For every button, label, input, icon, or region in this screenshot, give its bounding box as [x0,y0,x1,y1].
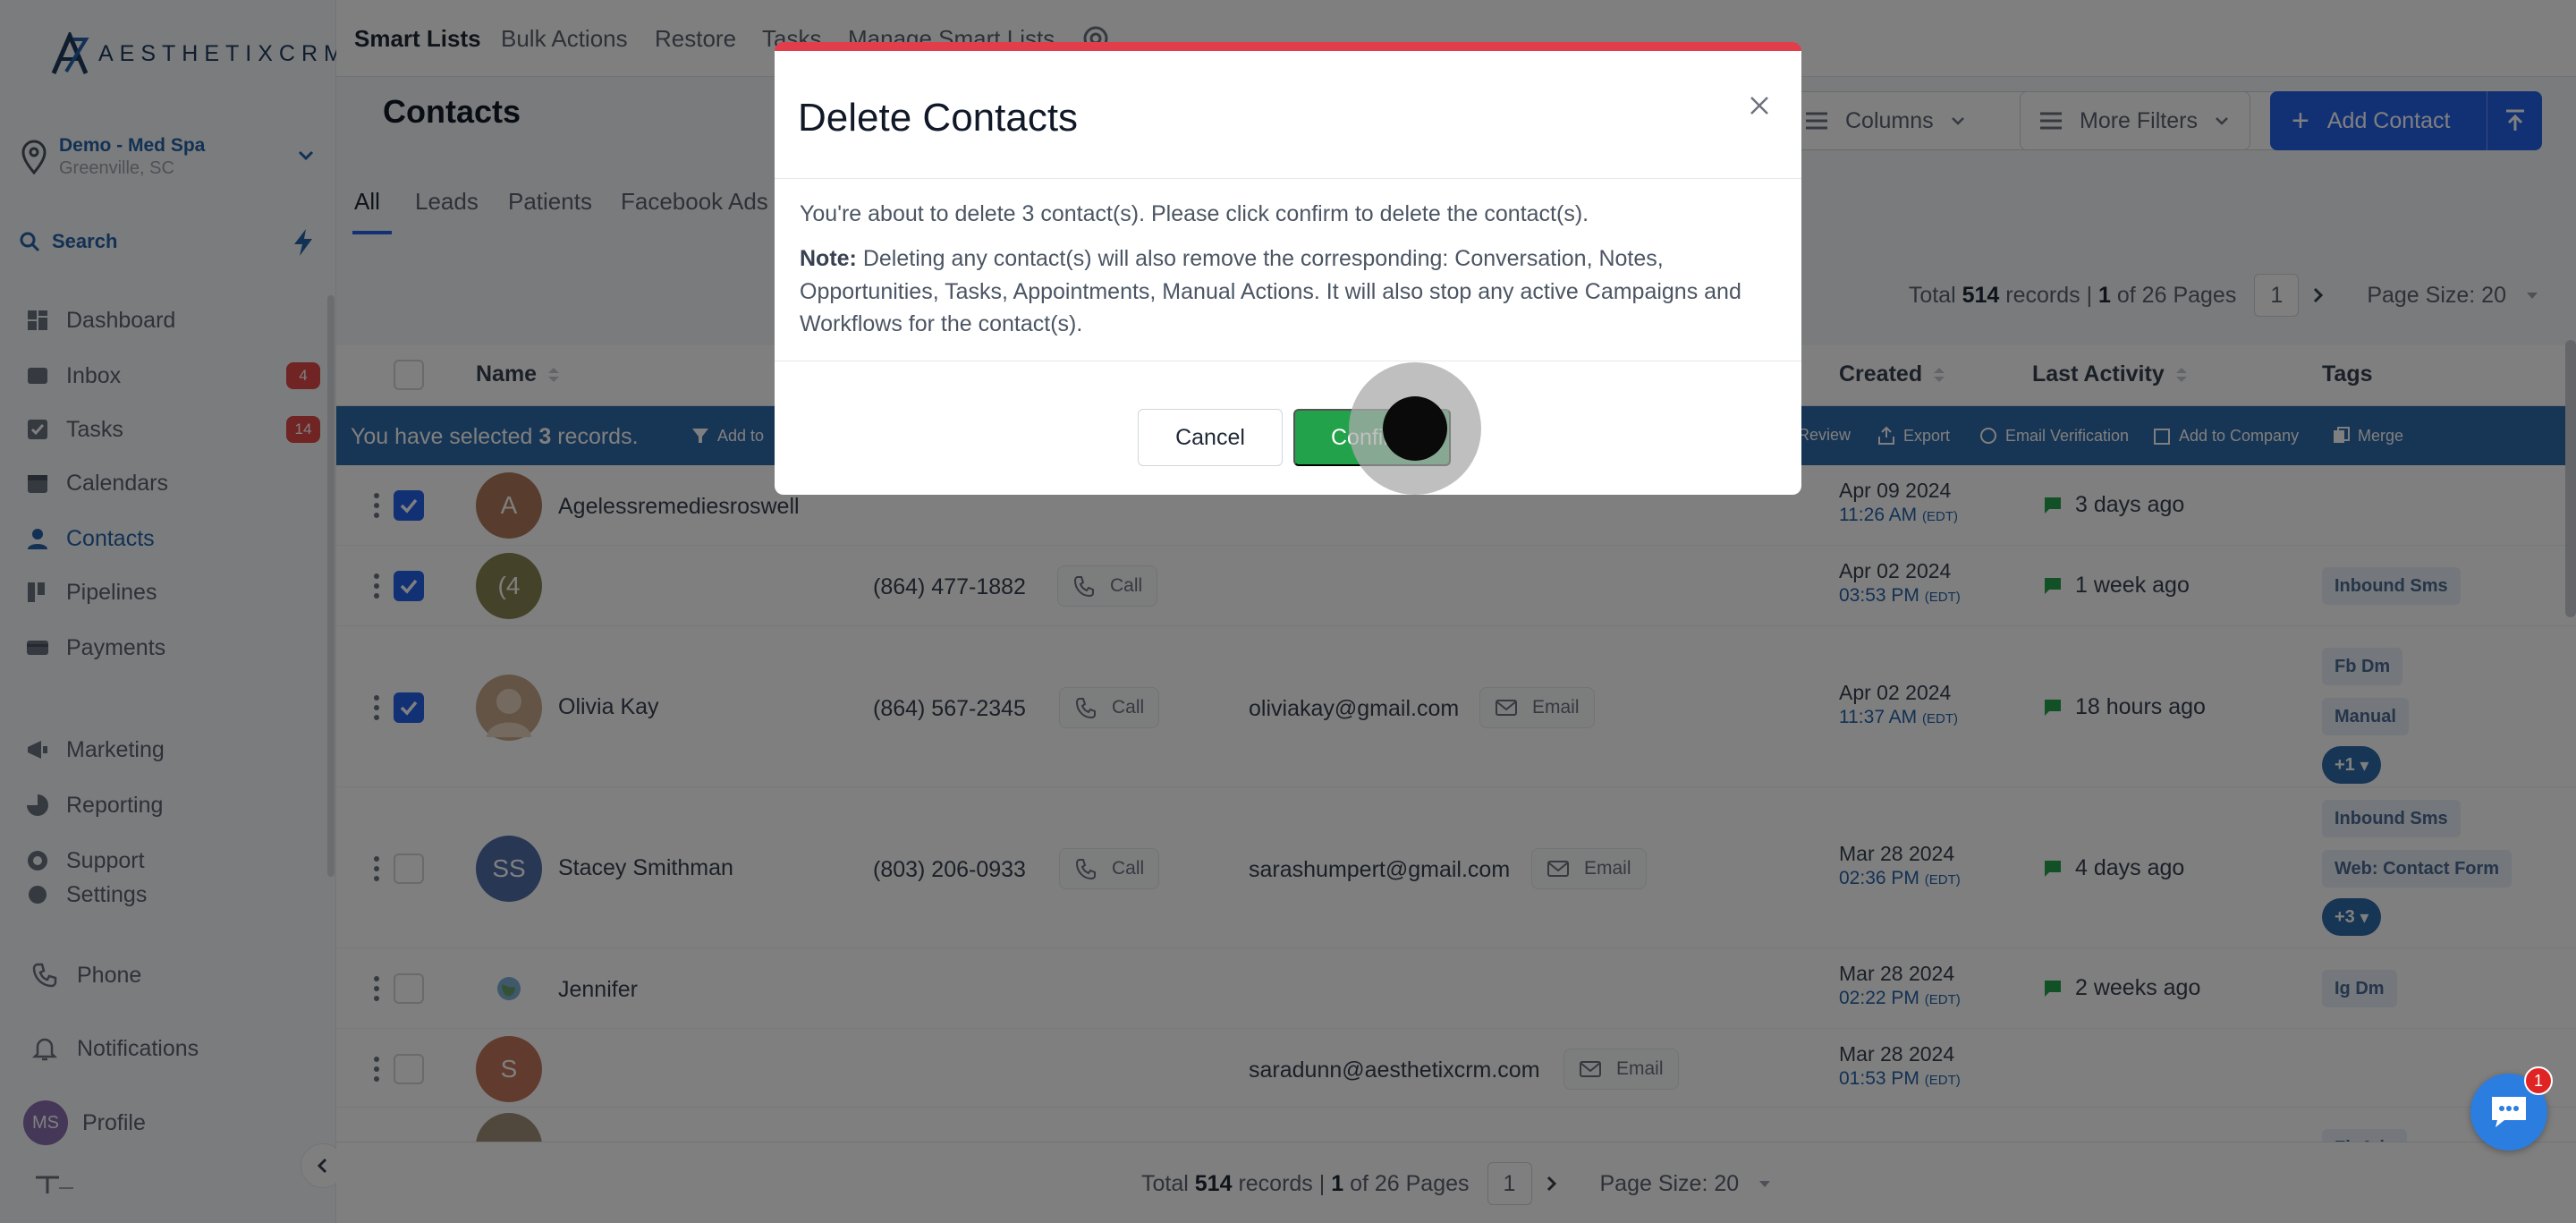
cancel-button[interactable]: Cancel [1138,409,1283,466]
dialog-divider [775,178,1801,179]
app-root: AESTHETIXCRM Demo - Med Spa Greenville, … [0,0,2576,1223]
dialog-body: You're about to delete 3 contact(s). Ple… [800,198,1775,352]
close-icon[interactable] [1744,90,1775,121]
note-label: Note: [800,246,857,272]
chat-unread-badge: 1 [2524,1066,2553,1095]
note-text: Deleting any contact(s) will also remove… [800,246,1741,336]
delete-contacts-dialog: Delete Contacts You're about to delete 3… [775,42,1801,495]
dialog-message: You're about to delete 3 contact(s). Ple… [800,201,1589,226]
click-indicator-dot [1383,396,1447,461]
chat-bubble-icon [2492,1097,2526,1127]
dialog-note: Note: Deleting any contact(s) will also … [800,242,1775,340]
dialog-title: Delete Contacts [798,96,1079,140]
